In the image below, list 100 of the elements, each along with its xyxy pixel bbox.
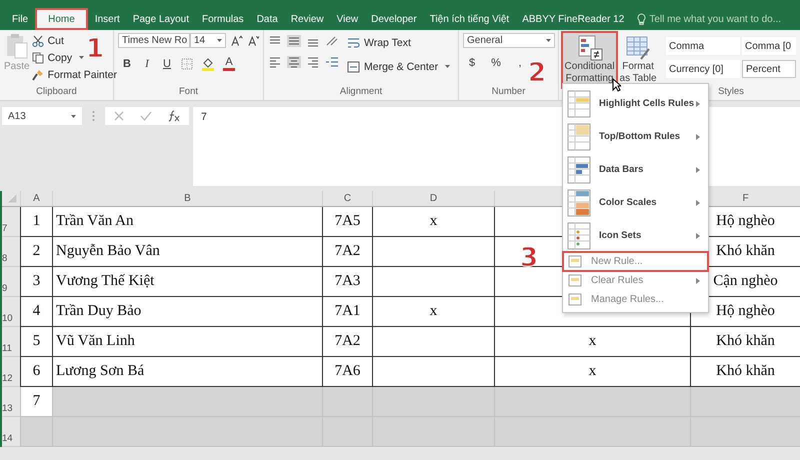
comma-style-button[interactable]: ,: [514, 57, 526, 69]
submenu-arrow-icon: [696, 278, 700, 284]
ribbon-tab[interactable]: Review: [284, 8, 330, 30]
column-header[interactable]: C: [344, 193, 352, 204]
copy-icon: [32, 52, 44, 64]
lightbulb-icon: [637, 12, 646, 26]
group-label: Font: [178, 86, 199, 99]
step-number: 1: [86, 36, 104, 62]
column-header[interactable]: D: [430, 193, 438, 204]
menu-item[interactable]: Manage Rules...: [563, 290, 708, 309]
font-size-field[interactable]: 14: [190, 33, 226, 48]
submenu-arrow-icon: [696, 232, 700, 238]
column-header[interactable]: F: [742, 193, 749, 204]
table-cell: 7A2: [334, 333, 360, 350]
ribbon-tab[interactable]: Developer: [365, 8, 423, 30]
grow-font-icon[interactable]: [231, 34, 243, 46]
table-cell: Khó khăn: [716, 333, 775, 350]
caret-icon: [546, 39, 551, 42]
percent-button[interactable]: %: [490, 57, 502, 69]
table-cell: Trần Duy Bảo: [56, 303, 142, 320]
scissors-icon: [32, 34, 44, 46]
row-header[interactable]: 9: [2, 283, 8, 294]
merge-center-button[interactable]: Merge & Center: [347, 59, 450, 74]
ribbon-tab[interactable]: Tiện ích tiếng Việt: [424, 8, 516, 30]
group-label: Styles: [717, 86, 745, 99]
indent-icon[interactable]: [325, 56, 339, 68]
column-header[interactable]: B: [184, 193, 191, 204]
menu-item[interactable]: New Rule...: [563, 252, 708, 271]
ribbon-tab[interactable]: Home: [35, 8, 88, 30]
ribbon-tab[interactable]: ABBYY FineReader 12: [516, 8, 630, 30]
bold-button[interactable]: B: [121, 58, 133, 70]
ribbon-tab[interactable]: View: [330, 8, 364, 30]
orientation-icon[interactable]: [325, 35, 339, 47]
ribbon-tab[interactable]: Page Layout: [126, 8, 195, 30]
rules-icon: [567, 156, 593, 184]
name-box[interactable]: A13: [2, 107, 82, 125]
caret-icon: [217, 39, 222, 42]
borders-icon[interactable]: [181, 58, 193, 70]
rules-icon: [567, 188, 593, 216]
table-cell: Hộ nghèo: [716, 303, 775, 320]
paintbrush-icon: [32, 68, 44, 80]
menu-item[interactable]: Clear Rules: [563, 271, 708, 290]
align-right-icon[interactable]: [306, 56, 320, 68]
group-label: Alignment: [338, 86, 384, 99]
format-painter-button[interactable]: Format Painter: [32, 67, 118, 82]
font-name-field[interactable]: Times New Ro: [118, 33, 190, 48]
table-cell: Khó khăn: [716, 363, 775, 380]
group-label: Clipboard: [35, 86, 78, 99]
conditional-formatting-icon: [576, 35, 603, 61]
cell-style[interactable]: Comma: [666, 37, 740, 55]
step-number: 2: [528, 60, 546, 86]
ribbon-tab[interactable]: Formulas: [196, 8, 250, 30]
underline-button[interactable]: U: [161, 58, 173, 70]
currency-button[interactable]: $: [466, 57, 478, 69]
table-cell: 4: [32, 303, 40, 320]
cell-style[interactable]: Currency [0]: [666, 60, 740, 78]
table-cell: 3: [32, 273, 40, 290]
insert-function-icon[interactable]: [167, 110, 182, 122]
table-cell: Vũ Văn Linh: [56, 333, 135, 350]
shrink-font-icon[interactable]: [248, 34, 259, 46]
row-header[interactable]: 8: [2, 253, 8, 264]
cell-style[interactable]: Comma [0: [742, 37, 796, 55]
middle-align-icon[interactable]: [287, 35, 301, 47]
submenu-arrow-icon: [696, 134, 700, 140]
table-cell: 7A1: [334, 303, 360, 320]
table-cell: 1: [32, 213, 40, 230]
table-cell: 6: [32, 363, 40, 380]
row-header[interactable]: 7: [2, 223, 8, 234]
font-color-button[interactable]: A: [223, 57, 235, 71]
ribbon-tab[interactable]: File: [6, 8, 34, 30]
grip-icon: [92, 110, 95, 122]
table-cell: Trần Văn An: [56, 213, 134, 230]
align-left-icon[interactable]: [268, 56, 282, 68]
tell-me-field[interactable]: Tell me what you want to do...: [649, 14, 800, 24]
ribbon-tab[interactable]: Data: [250, 8, 284, 30]
menu-item[interactable]: Top/Bottom Rules: [563, 120, 708, 153]
submenu-arrow-icon: [696, 200, 700, 206]
rules-icon: [567, 90, 593, 118]
check-icon[interactable]: [140, 110, 152, 122]
menu-item[interactable]: Icon Sets: [563, 219, 708, 252]
submenu-arrow-icon: [696, 166, 700, 172]
center-icon[interactable]: [287, 56, 301, 68]
table-cell: Cận nghèo: [713, 273, 778, 290]
merge-icon: [347, 60, 360, 72]
italic-button[interactable]: I: [141, 58, 153, 70]
table-cell: 7A6: [334, 363, 360, 380]
number-format-field[interactable]: General: [463, 33, 555, 48]
fill-color-icon[interactable]: [201, 57, 215, 71]
rules-icon: [567, 122, 593, 150]
table-cell: Hộ nghèo: [716, 213, 775, 230]
table-cell: x: [588, 333, 596, 350]
table-cell: 7: [32, 393, 40, 410]
cell-style[interactable]: Percent: [742, 60, 796, 78]
menu-item[interactable]: Color Scales: [563, 186, 708, 219]
column-header[interactable]: A: [33, 193, 40, 204]
caret-icon: [71, 114, 76, 118]
ribbon-tab[interactable]: Insert: [88, 8, 126, 30]
menu-item[interactable]: Data Bars: [563, 153, 708, 186]
table-cell: 7A2: [334, 243, 360, 260]
wrap-text-button[interactable]: Wrap Text: [347, 35, 450, 50]
